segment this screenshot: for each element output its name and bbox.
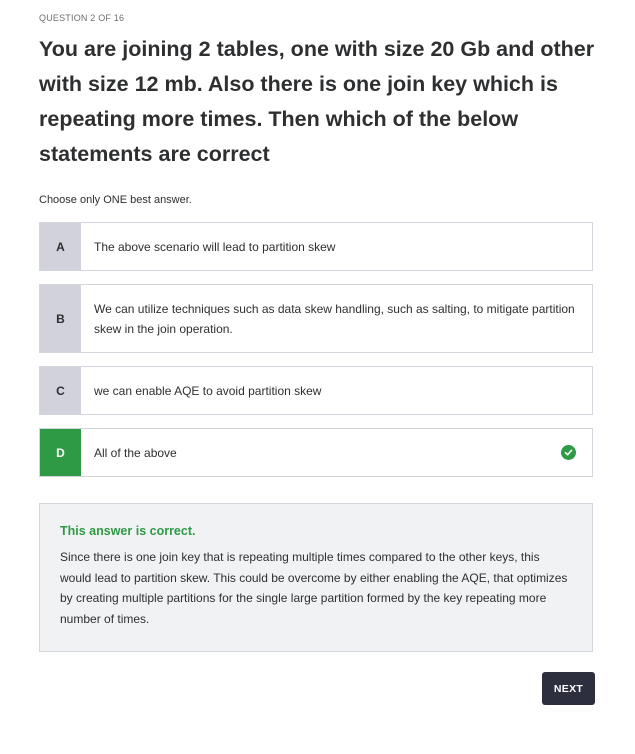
check-circle-icon <box>561 445 576 460</box>
answer-option-a[interactable]: A The above scenario will lead to partit… <box>39 222 593 271</box>
question-text: You are joining 2 tables, one with size … <box>39 37 595 166</box>
answer-instruction: Choose only ONE best answer. <box>39 194 192 206</box>
option-letter: A <box>40 223 81 270</box>
option-text: We can utilize techniques such as data s… <box>94 301 575 336</box>
feedback-status: This answer is correct. <box>60 524 196 538</box>
answer-option-b[interactable]: B We can utilize techniques such as data… <box>39 284 593 353</box>
option-text: The above scenario will lead to partitio… <box>94 239 336 254</box>
option-letter: C <box>40 367 81 414</box>
option-text: All of the above <box>94 445 177 460</box>
answer-feedback-panel: This answer is correct. Since there is o… <box>39 503 593 652</box>
answer-option-d[interactable]: D All of the above <box>39 428 593 477</box>
question-progress: QUESTION 2 OF 16 <box>39 13 125 23</box>
option-text: we can enable AQE to avoid partition ske… <box>94 383 322 398</box>
next-button[interactable]: NEXT <box>542 672 595 705</box>
feedback-explanation: Since there is one join key that is repe… <box>60 550 568 626</box>
option-letter: D <box>40 429 81 476</box>
option-letter: B <box>40 285 81 352</box>
answer-option-c[interactable]: C we can enable AQE to avoid partition s… <box>39 366 593 415</box>
